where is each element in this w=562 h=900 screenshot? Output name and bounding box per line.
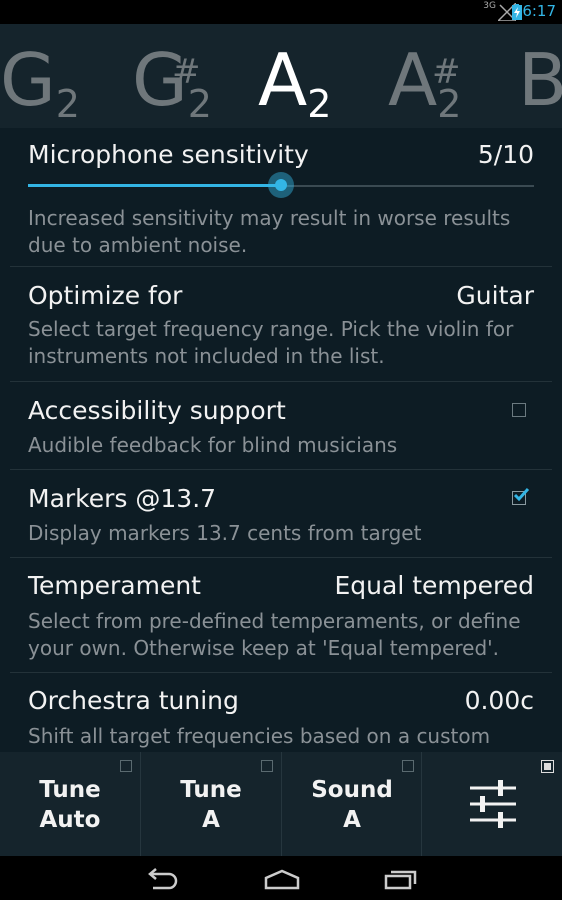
summary-line: instruments not included in the list.	[28, 344, 385, 368]
summary-line: your own. Otherwise keep at 'Equal tempe…	[28, 636, 500, 660]
note-a2-active[interactable]: A2	[258, 40, 331, 128]
accessibility-checkbox[interactable]	[512, 403, 526, 417]
label-line: Sound	[311, 777, 393, 803]
button-label: Tune A	[141, 775, 281, 835]
note-b[interactable]: B	[518, 40, 562, 120]
summary-line: due to ambient noise.	[28, 233, 248, 257]
home-icon[interactable]	[264, 868, 300, 890]
bottom-action-bar: Tune Auto Tune A Sound A	[0, 752, 562, 856]
sensitivity-slider-fill	[28, 184, 281, 187]
tune-auto-button[interactable]: Tune Auto	[0, 752, 140, 856]
summary-line: Shift all target frequencies based on a …	[28, 724, 491, 748]
status-bar: 3G 6:17	[0, 0, 562, 24]
pref-summary: Select from pre-defined temperaments, or…	[28, 608, 534, 662]
button-label: Tune Auto	[0, 775, 140, 835]
pref-orchestra-tuning[interactable]: Orchestra tuning 0.00c Shift all target …	[28, 673, 534, 752]
note-octave: 2	[55, 82, 80, 126]
back-icon[interactable]	[143, 868, 179, 890]
pref-title: Accessibility support	[28, 396, 286, 425]
mode-indicator	[261, 760, 273, 772]
note-octave: 2	[307, 82, 332, 126]
pref-markers[interactable]: Markers @13.7 Display markers 13.7 cents…	[28, 470, 534, 557]
checkmark-icon	[513, 487, 530, 502]
note-a-sharp-2[interactable]: A2 #	[388, 40, 461, 128]
mode-indicator	[402, 760, 414, 772]
pref-value: 5/10	[477, 140, 534, 169]
recent-apps-icon[interactable]	[383, 868, 419, 890]
preferences-list[interactable]: Microphone sensitivity 5/10 Increased se…	[0, 128, 562, 752]
sound-a-button[interactable]: Sound A	[282, 752, 422, 856]
network-type: 3G	[483, 1, 496, 11]
sliders-icon	[470, 780, 516, 828]
note-sharp: #	[172, 52, 201, 92]
label-line: Tune	[39, 777, 101, 803]
note-g2[interactable]: G2	[0, 40, 80, 128]
pref-microphone-sensitivity[interactable]: Microphone sensitivity 5/10 Increased se…	[28, 128, 534, 266]
pref-title: Microphone sensitivity	[28, 140, 309, 169]
pref-summary: Shift all target frequencies based on a …	[28, 723, 534, 750]
summary-line: Increased sensitivity may result in wors…	[28, 206, 511, 230]
pref-summary: Increased sensitivity may result in wors…	[28, 205, 534, 259]
note-letter: A	[388, 38, 438, 122]
pref-summary: Display markers 13.7 cents from target	[28, 521, 422, 545]
button-label: Sound A	[282, 775, 422, 835]
pref-value: Equal tempered	[334, 571, 535, 600]
note-letter: A	[258, 38, 308, 122]
note-selector[interactable]: G2 G2 # A2 A2 # B	[0, 24, 562, 128]
pref-accessibility-support[interactable]: Accessibility support Audible feedback f…	[28, 382, 534, 469]
note-sharp: #	[432, 52, 461, 92]
pref-summary: Audible feedback for blind musicians	[28, 433, 398, 457]
battery-icon	[512, 4, 522, 20]
note-g-sharp-2[interactable]: G2 #	[132, 40, 212, 128]
clock: 6:17	[522, 2, 556, 20]
pref-optimize-for[interactable]: Optimize for Guitar Select target freque…	[28, 267, 534, 381]
label-line: Tune	[180, 777, 242, 803]
label-line: Auto	[39, 807, 101, 833]
summary-line: Select target frequency range. Pick the …	[28, 317, 514, 341]
pref-summary: Select target frequency range. Pick the …	[28, 316, 534, 370]
note-letter: B	[518, 38, 562, 122]
label-line: A	[202, 807, 220, 833]
mode-indicator	[120, 760, 132, 772]
pref-value: 0.00c	[464, 686, 534, 715]
pref-title: Optimize for	[28, 281, 183, 310]
pref-title: Markers @13.7	[28, 484, 217, 513]
mode-indicator-selected	[541, 760, 554, 773]
pref-title: Temperament	[28, 571, 201, 600]
markers-checkbox[interactable]	[512, 487, 530, 505]
pref-temperament[interactable]: Temperament Equal tempered Select from p…	[28, 558, 534, 672]
navigation-bar	[0, 856, 562, 900]
settings-button[interactable]	[422, 752, 562, 856]
pref-value: Guitar	[456, 281, 534, 310]
label-line: A	[343, 807, 361, 833]
sensitivity-slider-thumb[interactable]	[268, 172, 294, 198]
summary-line: Select from pre-defined temperaments, or…	[28, 609, 521, 633]
note-letter: G	[0, 38, 56, 122]
pref-title: Orchestra tuning	[28, 686, 239, 715]
tune-a-button[interactable]: Tune A	[141, 752, 281, 856]
